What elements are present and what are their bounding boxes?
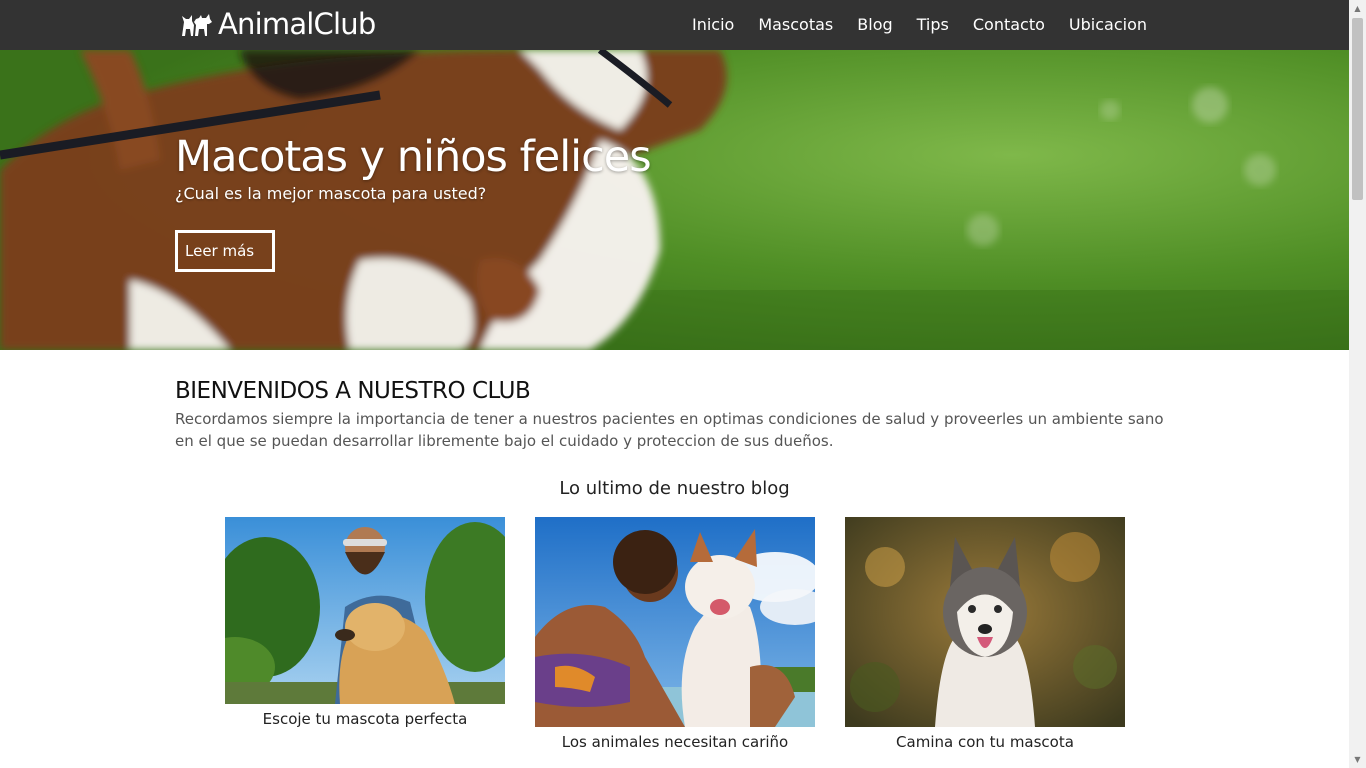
top-navbar: AnimalClub Inicio Mascotas Blog Tips Con… xyxy=(0,0,1349,50)
page-scrollbar[interactable]: ▲ ▼ xyxy=(1349,0,1366,768)
blog-section-title: Lo ultimo de nuestro blog xyxy=(559,478,790,499)
nav-link-mascotas[interactable]: Mascotas xyxy=(746,0,845,50)
blog-card-1-caption[interactable]: Escoje tu mascota perfecta xyxy=(225,710,505,728)
blog-card-2[interactable]: Los animales necesitan cariño xyxy=(535,517,815,751)
nav-link-inicio[interactable]: Inicio xyxy=(680,0,746,50)
hero-title: Macotas y niños felices xyxy=(175,132,652,182)
brand-name: AnimalClub xyxy=(218,7,376,41)
blog-card-1[interactable]: Escoje tu mascota perfecta xyxy=(225,517,505,728)
hero-subtitle: ¿Cual es la mejor mascota para usted? xyxy=(175,184,487,203)
nav-item-tips: Tips xyxy=(905,0,961,50)
nav-item-contacto: Contacto xyxy=(961,0,1057,50)
main-nav: Inicio Mascotas Blog Tips Contacto Ubica… xyxy=(680,0,1159,50)
nav-item-ubicacion: Ubicacion xyxy=(1057,0,1159,50)
hero-banner: Macotas y niños felices ¿Cual es la mejo… xyxy=(0,50,1349,350)
scrollbar-thumb[interactable] xyxy=(1352,18,1363,200)
nav-link-tips[interactable]: Tips xyxy=(905,0,961,50)
nav-link-blog[interactable]: Blog xyxy=(845,0,904,50)
dog-cat-logo-icon xyxy=(182,14,212,36)
man-with-dog-photo[interactable] xyxy=(225,517,505,704)
welcome-heading: BIENVENIDOS A NUESTRO CLUB xyxy=(175,378,531,404)
nav-item-mascotas: Mascotas xyxy=(746,0,845,50)
woman-hugging-dog-photo[interactable] xyxy=(535,517,815,727)
read-more-button[interactable]: Leer más xyxy=(175,230,275,272)
nav-link-contacto[interactable]: Contacto xyxy=(961,0,1057,50)
blog-card-3-caption[interactable]: Camina con tu mascota xyxy=(845,733,1125,751)
hero-content: Macotas y niños felices ¿Cual es la mejo… xyxy=(175,132,652,272)
blog-card-2-caption[interactable]: Los animales necesitan cariño xyxy=(535,733,815,751)
scroll-up-arrow-icon[interactable]: ▲ xyxy=(1349,0,1366,17)
scroll-down-arrow-icon[interactable]: ▼ xyxy=(1349,751,1366,768)
brand-logo-link[interactable]: AnimalClub xyxy=(180,4,376,44)
nav-link-ubicacion[interactable]: Ubicacion xyxy=(1057,0,1159,50)
husky-photo[interactable] xyxy=(845,517,1125,727)
nav-item-inicio: Inicio xyxy=(680,0,746,50)
welcome-text: Recordamos siempre la importancia de ten… xyxy=(175,410,1164,450)
nav-item-blog: Blog xyxy=(845,0,904,50)
blog-card-3[interactable]: Camina con tu mascota xyxy=(845,517,1125,751)
welcome-section: BIENVENIDOS A NUESTRO CLUB Recordamos si… xyxy=(175,378,1165,452)
